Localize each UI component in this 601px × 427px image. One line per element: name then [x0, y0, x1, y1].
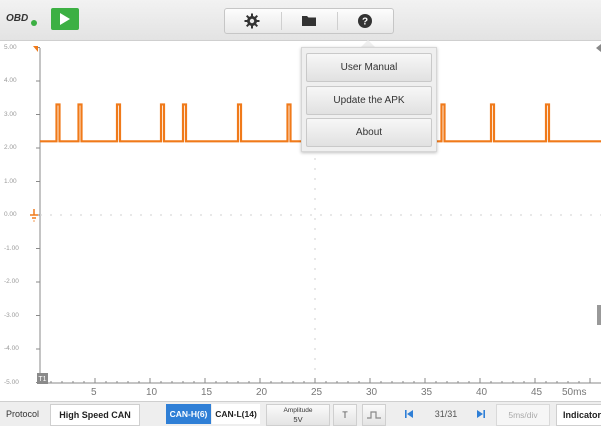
y-tick-label: -2.00 [4, 278, 19, 285]
help-menu: User Manual Update the APK About [301, 47, 437, 152]
help-button[interactable]: ? [338, 9, 394, 33]
channel-can-l-button[interactable]: CAN-L(14) [212, 404, 260, 424]
amplitude-button[interactable]: Amplitude 5V [266, 404, 330, 426]
toolbar-button-group: ? [224, 8, 394, 34]
first-page-button[interactable] [398, 404, 420, 424]
last-page-button[interactable] [470, 404, 492, 424]
gear-icon [244, 13, 260, 29]
play-button[interactable] [51, 8, 79, 30]
folder-icon [302, 16, 316, 26]
y-tick-label: -4.00 [4, 345, 19, 352]
y-tick-label: 5.00 [4, 43, 17, 51]
x-tick-label: 10 [146, 387, 158, 398]
x-tick-label: 20 [256, 387, 268, 398]
connection-status-icon [31, 20, 37, 26]
trigger-button[interactable]: T [333, 404, 357, 426]
help-icon: ? [358, 14, 372, 28]
bottom-toolbar: Protocol High Speed CAN CAN-H(6) CAN-L(1… [0, 401, 601, 426]
y-tick-label: 0.00 [4, 211, 17, 218]
y-tick-label: 2.00 [4, 144, 17, 151]
trigger-edge-button[interactable] [362, 404, 386, 426]
x-tick-label: 45 [531, 387, 543, 398]
right-edge-marker-icon [596, 44, 601, 52]
play-icon [60, 13, 70, 25]
x-tick-label: 35 [421, 387, 433, 398]
x-tick-label: 15 [201, 387, 213, 398]
folder-button[interactable] [282, 9, 338, 33]
x-tick-label: 5 [91, 387, 97, 398]
svg-text:?: ? [362, 17, 368, 28]
scroll-handle [597, 305, 601, 325]
x-tick-label: 50ms [562, 387, 587, 398]
amplitude-label: Amplitude [283, 407, 313, 414]
menu-item-update-apk[interactable]: Update the APK [306, 86, 432, 115]
obd-label: OBD [6, 13, 29, 24]
menu-item-about[interactable]: About [306, 118, 432, 147]
x-tick-label: 40 [476, 387, 488, 398]
x-tick-label: 30 [366, 387, 378, 398]
indicator-button[interactable]: Indicator [556, 404, 601, 426]
x-tick-label: 25 [311, 387, 323, 398]
pulse-edge-icon [367, 411, 381, 419]
settings-button[interactable] [225, 9, 281, 33]
channel-can-h-button[interactable]: CAN-H(6) [166, 404, 211, 424]
y-tick-label: -1.00 [4, 244, 19, 252]
y-tick-label: 4.00 [4, 77, 17, 84]
skip-forward-icon [477, 410, 485, 418]
protocol-select[interactable]: High Speed CAN [50, 404, 140, 426]
menu-caret [361, 40, 375, 47]
page-counter: 31/31 [434, 409, 458, 419]
y-tick-label: -3.00 [4, 311, 19, 319]
cursor-marker-label: T1 [38, 376, 46, 383]
menu-item-user-manual[interactable]: User Manual [306, 53, 432, 82]
y-tick-label: 3.00 [4, 110, 17, 118]
protocol-label: Protocol [6, 409, 40, 419]
y-tick-label: 1.00 [4, 177, 17, 185]
top-toolbar: OBD ? [0, 0, 601, 41]
y-tick-label: -5.00 [4, 378, 19, 386]
skip-back-icon [405, 410, 413, 418]
timebase-button[interactable]: 5ms/div [496, 404, 550, 426]
amplitude-value: 5V [293, 415, 303, 424]
